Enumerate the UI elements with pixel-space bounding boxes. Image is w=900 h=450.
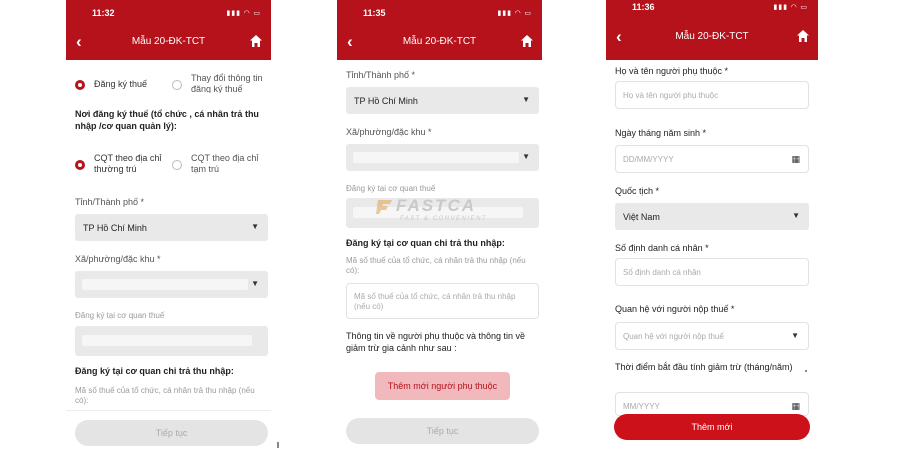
chevron-down-icon: ▼ <box>522 152 530 161</box>
province-label: Tỉnh/Thành phố * <box>346 70 416 80</box>
continue-button[interactable]: Tiếp tục <box>346 418 539 444</box>
ward-label: Xã/phường/đặc khu * <box>346 127 432 137</box>
fastca-brand-text: FASTCA <box>396 196 476 215</box>
dob-placeholder: DD/MM/YYYY <box>623 155 674 164</box>
ward-value-placeholder <box>353 152 519 163</box>
chevron-down-icon: ▼ <box>792 211 800 220</box>
radio-temporary-address-label: CQT theo địa chỉ tạm trú <box>191 153 259 174</box>
app-header: 11:36 ▮▮▮ ◠ ▭ ‹ Mẫu 20-ĐK-TCT <box>606 0 818 60</box>
tax-office-label: Đăng ký tại cơ quan thuế <box>75 311 165 320</box>
fastca-tagline-text: FAST & CONVENIENT <box>400 216 488 222</box>
relation-label: Quan hệ với người nộp thuế * <box>615 304 735 314</box>
dependent-name-label: Họ và tên người phụ thuộc * <box>615 66 728 76</box>
personal-id-label: Số định danh cá nhân * <box>615 243 709 253</box>
continue-button[interactable]: Tiếp tục <box>75 420 268 446</box>
registration-place-label: Nơi đăng ký thuế (tổ chức , cá nhân trả … <box>75 109 259 131</box>
radio-change-info[interactable] <box>172 80 182 90</box>
tax-office-label: Đăng ký tại cơ quan thuế <box>346 184 436 193</box>
page-title: Mẫu 20-ĐK-TCT <box>131 36 206 47</box>
status-time: 11:35 <box>363 8 386 18</box>
relation-placeholder: Quan hệ với người nộp thuế <box>623 332 724 341</box>
payer-tax-code-input[interactable]: Mã số thuế của tổ chức, cá nhân trả thu … <box>346 283 539 319</box>
radio-permanent-address[interactable] <box>75 160 85 170</box>
fastca-logo-icon <box>376 200 392 214</box>
status-bar: 11:36 ▮▮▮ ◠ ▭ <box>606 0 818 14</box>
ward-label: Xã/phường/đặc khu * <box>75 254 161 264</box>
chevron-down-icon: ▼ <box>522 95 530 104</box>
dob-input[interactable]: DD/MM/YYYY ▦ <box>615 145 809 173</box>
province-value: TP Hồ Chí Minh <box>83 223 147 233</box>
phone-screen-3: 11:36 ▮▮▮ ◠ ▭ ‹ Mẫu 20-ĐK-TCT Họ và tên … <box>606 0 818 450</box>
deduction-start-placeholder: MM/YYYY <box>623 402 660 411</box>
phone-screen-1: 11:32 ▮▮▮ ◠ ▭ ‹ Mẫu 20-ĐK-TCT Đăng ký th… <box>66 0 271 450</box>
province-select[interactable]: TP Hồ Chí Minh ▼ <box>75 214 268 241</box>
personal-id-input[interactable]: Số định danh cá nhân <box>615 258 809 286</box>
dependent-name-input[interactable]: Họ và tên người phụ thuộc <box>615 81 809 109</box>
app-header: 11:32 ▮▮▮ ◠ ▭ ‹ Mẫu 20-ĐK-TCT <box>66 0 271 60</box>
app-header: 11:35 ▮▮▮ ◠ ▭ ‹ Mẫu 20-ĐK-TCT <box>337 0 542 60</box>
calendar-icon[interactable]: ▦ <box>791 154 800 165</box>
income-payer-section-title: Đăng ký tại cơ quan chi trả thu nhập: <box>75 366 234 376</box>
province-label: Tỉnh/Thành phố * <box>75 197 145 207</box>
stray-dot <box>805 370 807 372</box>
relation-select[interactable]: Quan hệ với người nộp thuế ▼ <box>615 322 809 350</box>
status-bar: 11:35 ▮▮▮ ◠ ▭ <box>337 6 542 20</box>
dependent-name-placeholder: Họ và tên người phụ thuộc <box>623 91 719 100</box>
add-new-button[interactable]: Thêm mới <box>614 414 810 440</box>
page-title: Mẫu 20-ĐK-TCT <box>675 31 749 42</box>
radio-change-info-label: Thay đổi thông tin đăng ký thuế <box>191 73 263 93</box>
chevron-down-icon: ▼ <box>791 331 799 340</box>
status-bar: 11:32 ▮▮▮ ◠ ▭ <box>66 6 271 20</box>
deduction-start-label: Thời điểm bắt đầu tính giảm trừ (tháng/n… <box>615 362 793 372</box>
chevron-down-icon: ▼ <box>251 222 259 231</box>
divider <box>66 410 271 411</box>
home-icon[interactable] <box>249 34 263 48</box>
payer-tax-code-label: Mã số thuế của tổ chức, cá nhân trả thu … <box>346 256 526 275</box>
nationality-label: Quốc tịch * <box>615 186 660 196</box>
nationality-select[interactable]: Việt Nam ▼ <box>615 203 809 230</box>
radio-register-tax[interactable] <box>75 80 85 90</box>
tax-office-field[interactable] <box>75 326 268 356</box>
ward-value-placeholder <box>82 279 248 290</box>
dependents-info-text: Thông tin về người phụ thuộc và thông ti… <box>346 331 526 353</box>
signal-wifi-battery-icon: ▮▮▮ ◠ ▭ <box>773 4 808 11</box>
nav-bar: ‹ Mẫu 20-ĐK-TCT <box>606 27 818 49</box>
dob-label: Ngày tháng năm sinh * <box>615 128 707 138</box>
signal-wifi-battery-icon: ▮▮▮ ◠ ▭ <box>226 10 261 17</box>
nav-bar: ‹ Mẫu 20-ĐK-TCT <box>337 32 542 54</box>
nav-bar: ‹ Mẫu 20-ĐK-TCT <box>66 32 271 54</box>
province-value: TP Hồ Chí Minh <box>354 96 418 106</box>
payer-tax-code-label: Mã số thuế của tổ chức, cá nhân trả thu … <box>75 386 255 405</box>
separator-mark <box>277 442 279 448</box>
page-title: Mẫu 20-ĐK-TCT <box>402 36 477 47</box>
ward-select[interactable]: ▼ <box>75 271 268 298</box>
radio-permanent-address-label: CQT theo địa chỉ thường trú <box>94 153 162 174</box>
province-select[interactable]: TP Hồ Chí Minh ▼ <box>346 87 539 114</box>
payer-tax-code-placeholder: Mã số thuế của tổ chức, cá nhân trả thu … <box>354 292 516 311</box>
status-time: 11:32 <box>92 8 115 18</box>
add-dependent-button[interactable]: Thêm mới người phụ thuộc <box>375 372 510 400</box>
ward-select[interactable]: ▼ <box>346 144 539 171</box>
calendar-icon[interactable]: ▦ <box>791 401 800 412</box>
status-time: 11:36 <box>632 2 655 12</box>
income-payer-section-title: Đăng ký tại cơ quan chi trả thu nhập: <box>346 238 505 248</box>
deduction-start-input[interactable]: MM/YYYY ▦ <box>615 392 809 416</box>
fastca-watermark: FASTCA FAST & CONVENIENT <box>376 196 516 230</box>
home-icon[interactable] <box>520 34 534 48</box>
home-icon[interactable] <box>796 29 810 43</box>
radio-register-tax-label: Đăng ký thuế <box>94 79 148 89</box>
chevron-down-icon: ▼ <box>251 279 259 288</box>
personal-id-placeholder: Số định danh cá nhân <box>623 268 701 277</box>
radio-temporary-address[interactable] <box>172 160 182 170</box>
nationality-value: Việt Nam <box>623 212 660 222</box>
tax-office-value-placeholder <box>82 335 252 346</box>
signal-wifi-battery-icon: ▮▮▮ ◠ ▭ <box>497 10 532 17</box>
